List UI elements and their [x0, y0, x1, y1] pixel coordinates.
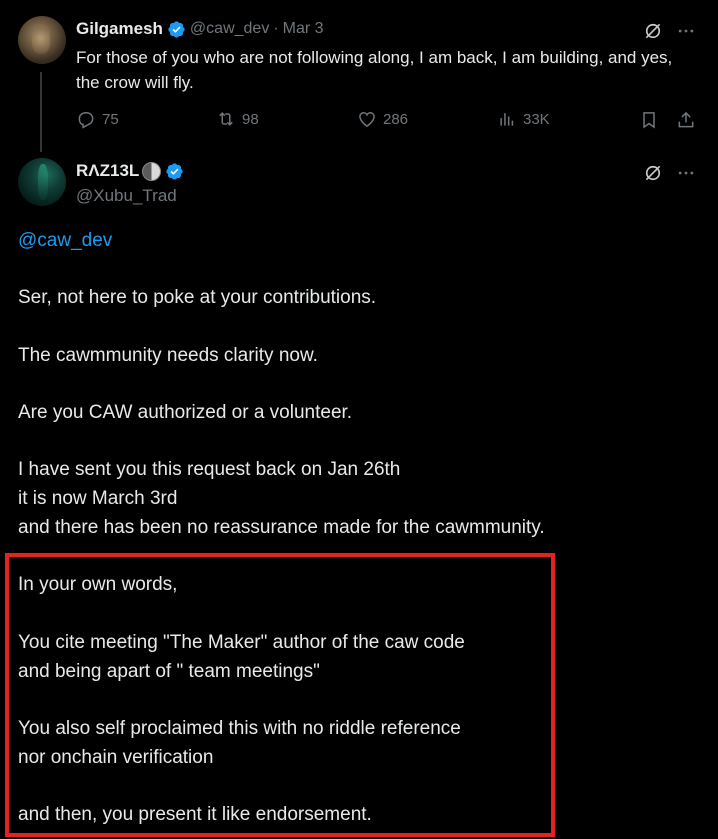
reply-line: Ser, not here to poke at your contributi… [18, 287, 377, 308]
reply-line: it is now March 3rd [18, 488, 178, 509]
reply-line: I have sent you this request back on Jan… [18, 459, 401, 480]
reply-line: Are you CAW authorized or a volunteer. [18, 402, 353, 423]
mention-link[interactable]: @caw_dev [18, 226, 112, 255]
red-highlight-box [5, 553, 555, 837]
reply-line: The cawmmunity needs clarity now. [18, 345, 318, 366]
reply-line: and there has been no reassurance made f… [18, 517, 545, 538]
